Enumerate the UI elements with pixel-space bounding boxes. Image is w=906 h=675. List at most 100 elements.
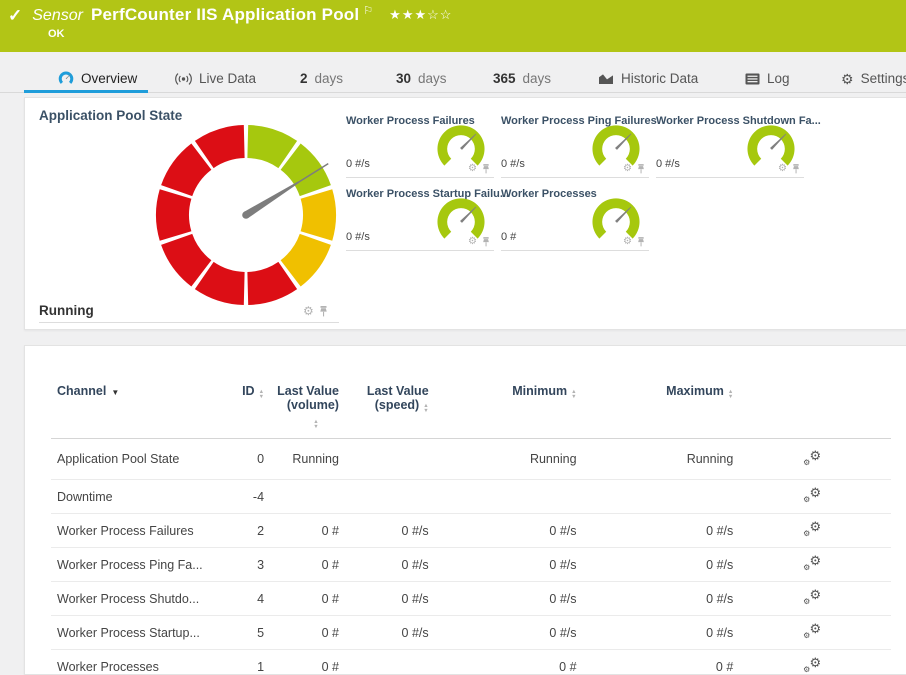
minimum-value: Running [429,452,577,466]
gear-icon: ⚙ [809,621,821,637]
overview-gauges-panel: Application Pool State Running ⚙ Worker … [24,97,906,330]
tab-label: days [418,71,447,86]
channel-id: 0 [213,452,264,466]
tab-30-days[interactable]: 30 days [396,65,447,92]
channel-name-link[interactable]: Application Pool State [51,452,213,466]
tab-label: Settings [861,71,906,86]
gear-icon-small: ⚙ [803,563,810,572]
header-last-value-volume[interactable]: Last Value (volume) ▲▼ [264,384,339,429]
gauge-actions: ⚙ [623,237,645,247]
sensor-status-bar: ✓ Sensor PerfCounter IIS Application Poo… [0,0,906,52]
sort-arrows-icon: ▲▼ [313,420,318,429]
gauge-tile[interactable]: Worker Process Failures0 #/s⚙ [346,113,494,178]
tab-number: 2 [300,71,308,86]
gauge-tile[interactable]: Worker Processes0 #⚙ [501,186,649,251]
channel-settings-button[interactable]: ⚙⚙ [733,450,891,469]
gear-icon: ⚙ [809,448,821,464]
header-id[interactable]: ID▲▼ [213,384,264,399]
area-chart-icon [598,72,614,85]
channel-settings-button[interactable]: ⚙⚙ [733,521,891,540]
table-row: Worker Processes10 #0 #0 #⚙⚙ [51,650,891,675]
channel-settings-button[interactable]: ⚙⚙ [733,623,891,642]
pin-icon[interactable] [482,164,490,174]
channel-id: 4 [213,592,264,606]
tab-bar: Overview Live Data 2 days 30 days [0,65,906,93]
channel-name-link[interactable]: Worker Process Shutdo... [51,592,213,606]
channel-settings-button[interactable]: ⚙⚙ [733,657,891,675]
header-maximum[interactable]: Maximum ▲▼ [577,384,734,399]
header-last-value-speed[interactable]: Last Value (speed)▲▼ [339,384,429,413]
tab-settings[interactable]: ⚙ Settings [841,65,906,92]
tab-label: Log [767,71,790,86]
ok-check-icon: ✓ [8,6,22,26]
channel-settings-button[interactable]: ⚙⚙ [733,555,891,574]
table-row: Worker Process Shutdo...40 #0 #/s0 #/s0 … [51,582,891,616]
minimum-value: 0 #/s [429,524,577,538]
channel-name-link[interactable]: Worker Process Failures [51,524,213,538]
tab-number: 30 [396,71,411,86]
tab-label: Live Data [199,71,256,86]
tab-historic-data[interactable]: Historic Data [598,65,698,92]
gauge-tile[interactable]: Worker Process Shutdown Fa...0 #/s⚙ [656,113,804,178]
tab-log[interactable]: Log [745,65,790,92]
maximum-value: 0 # [577,660,734,674]
gear-icon: ⚙ [809,519,821,535]
channel-id: -4 [213,490,264,504]
channel-settings-button[interactable]: ⚙⚙ [733,487,891,506]
gear-icon[interactable]: ⚙ [303,305,314,317]
header-label: (speed) [375,398,419,412]
priority-stars[interactable]: ★★★☆☆ [389,7,452,23]
gear-icon[interactable]: ⚙ [468,237,477,247]
table-body: Application Pool State0RunningRunningRun… [51,439,891,675]
log-list-icon [745,73,760,85]
tab-label: days [315,71,344,86]
sensor-title-row: ✓ Sensor PerfCounter IIS Application Poo… [8,5,452,25]
gauge-tile[interactable]: Worker Process Startup Failu...0 #/s⚙ [346,186,494,251]
tab-overview[interactable]: Overview [58,65,137,92]
gauge-icon [58,71,74,86]
header-minimum[interactable]: Minimum▲▼ [429,384,577,399]
channel-name-link[interactable]: Worker Processes [51,660,213,674]
pin-icon[interactable] [792,164,800,174]
header-channel[interactable]: Channel▼ [51,384,213,398]
channel-settings-button[interactable]: ⚙⚙ [733,589,891,608]
header-label: Maximum [666,384,724,398]
channel-name-link[interactable]: Worker Process Startup... [51,626,213,640]
pin-icon[interactable] [637,237,645,247]
channel-value: 0 # [501,231,516,243]
tab-365-days[interactable]: 365 days [493,65,551,92]
pin-icon[interactable] [319,306,328,317]
table-row: Worker Process Failures20 #0 #/s0 #/s0 #… [51,514,891,548]
pin-icon[interactable] [637,164,645,174]
last-value-volume: 0 # [264,660,339,674]
gear-icon: ⚙ [809,485,821,501]
channel-name-link[interactable]: Worker Process Ping Fa... [51,558,213,572]
application-pool-state-gauge[interactable] [153,122,339,308]
gear-icon[interactable]: ⚙ [468,164,477,174]
pin-icon[interactable] [482,237,490,247]
gauge-actions: ⚙ [623,164,645,174]
sort-arrows-icon: ▲▼ [423,404,428,413]
gear-icon: ⚙ [809,553,821,569]
gear-icon[interactable]: ⚙ [623,237,632,247]
object-kind-label: Sensor [32,7,83,25]
gauge-tile[interactable]: Worker Process Ping Failures0 #/s⚙ [501,113,649,178]
sort-arrows-icon: ▲▼ [728,390,733,399]
maximum-value: Running [577,452,734,466]
sorted-caret-icon: ▼ [111,388,119,397]
minimum-value: 0 #/s [429,626,577,640]
priority-flag-icon[interactable]: ⚐ [363,4,373,17]
table-header-row: Channel▼ ID▲▼ Last Value (volume) ▲▼ Las… [51,384,891,438]
last-value-volume: 0 # [264,592,339,606]
channel-id: 1 [213,660,264,674]
last-value-speed: 0 #/s [339,524,429,538]
gear-icon[interactable]: ⚙ [778,164,787,174]
page-title: PerfCounter IIS Application Pool [91,5,359,25]
channel-name-link[interactable]: Downtime [51,490,213,504]
header-label: Last Value [264,384,339,398]
channel-value: 0 #/s [501,158,525,170]
gear-icon[interactable]: ⚙ [623,164,632,174]
tab-live-data[interactable]: Live Data [175,65,256,92]
last-value-volume: 0 # [264,524,339,538]
tab-2-days[interactable]: 2 days [300,65,343,92]
